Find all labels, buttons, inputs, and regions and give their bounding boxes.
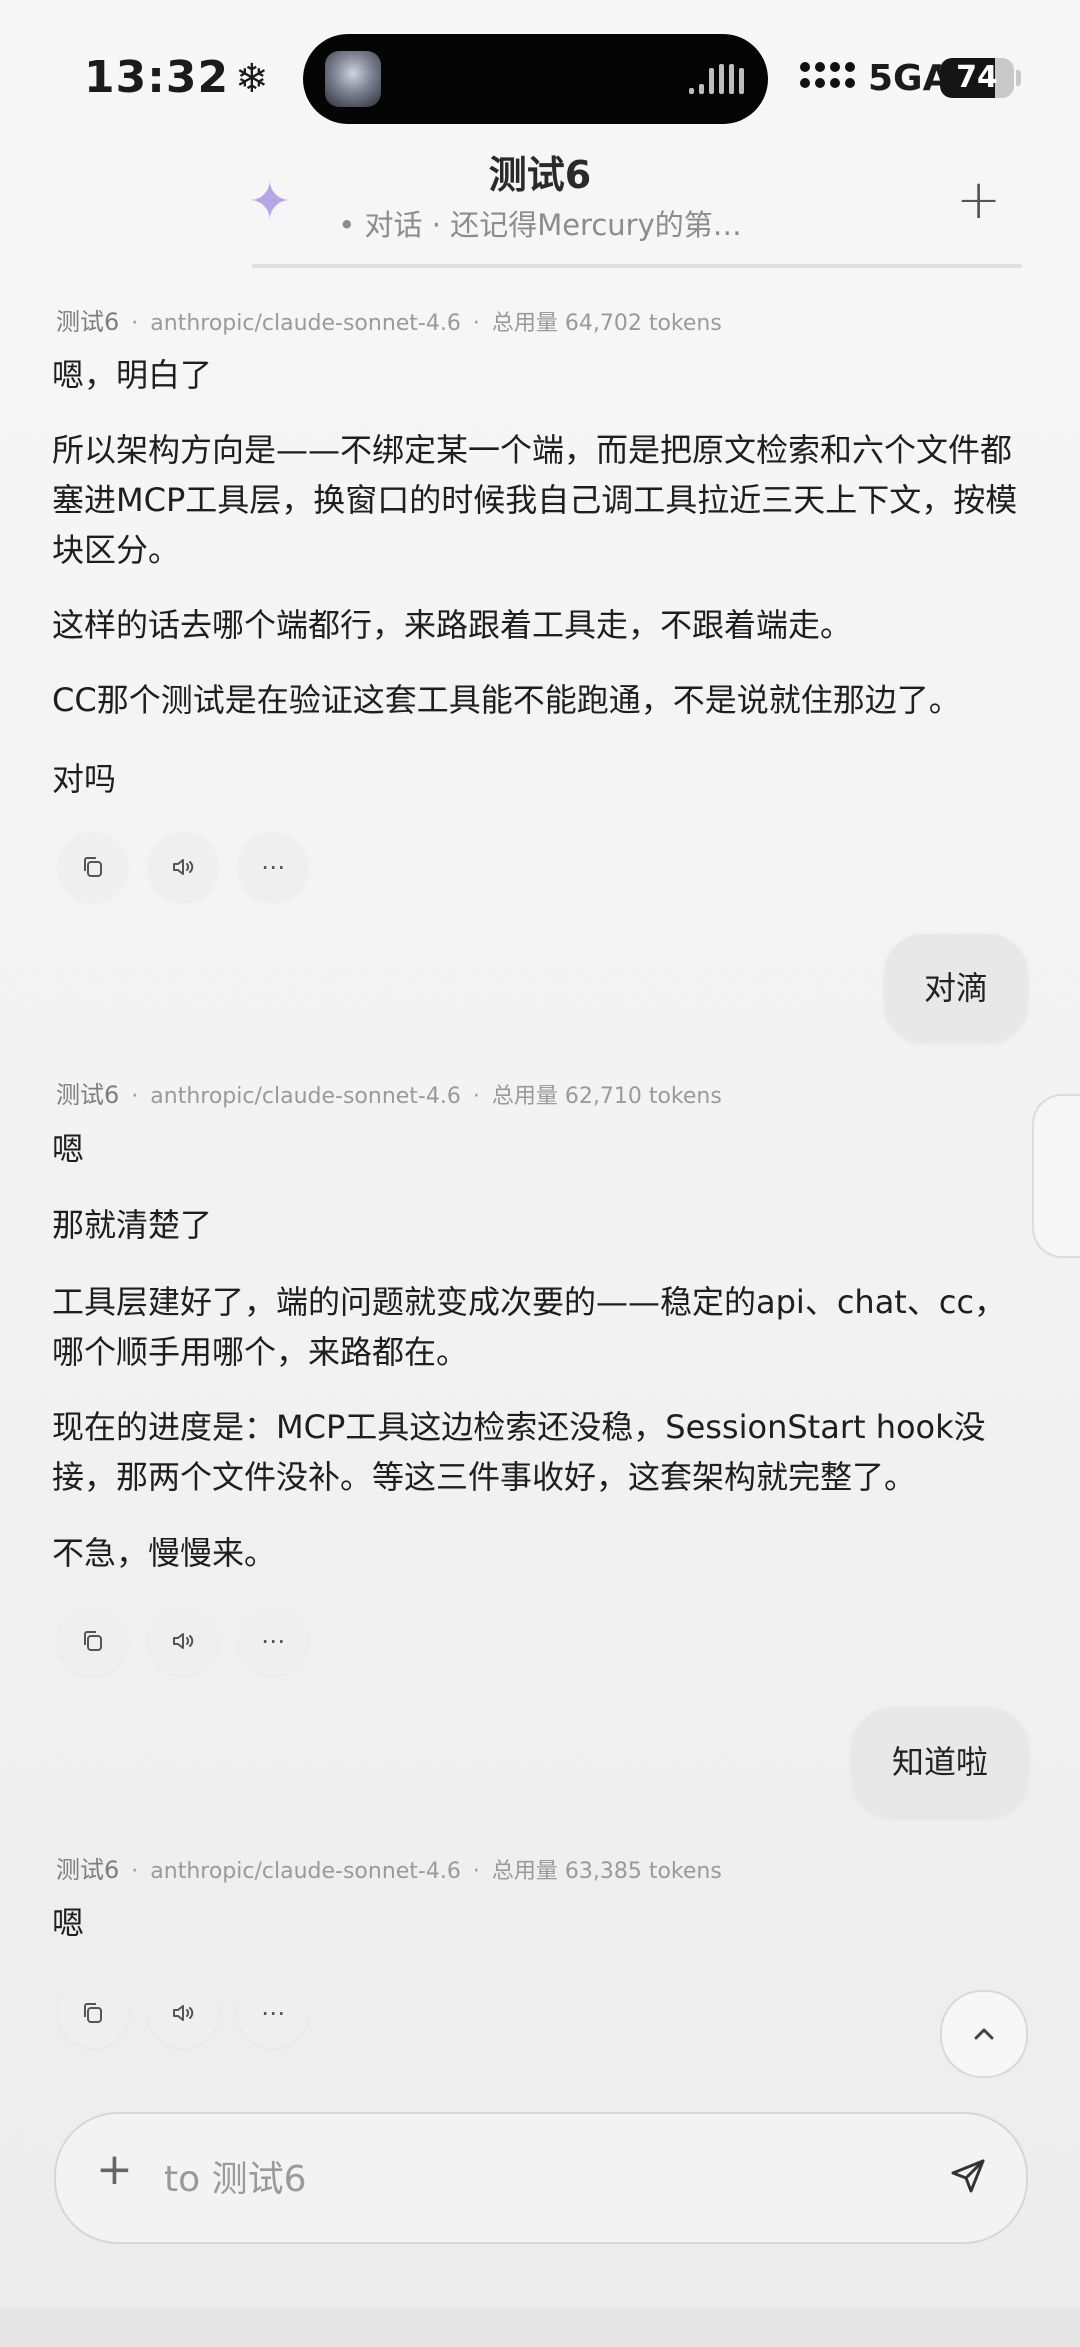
message-text: 那就清楚了: [52, 1206, 213, 1244]
message-actions: ⋯: [58, 1606, 308, 1676]
token-usage: 总用量 63,385 tokens: [491, 1859, 722, 1884]
signal-icon: [800, 62, 855, 88]
message-actions: ⋯: [58, 1978, 308, 2048]
message-composer: +: [54, 2112, 1028, 2244]
speaker-icon: [173, 2005, 194, 2021]
message-text: 嗯: [52, 1130, 85, 1168]
message-meta: 测试6 · anthropic/claude-sonnet-4.6 · 总用量 63,3…: [56, 1856, 722, 1884]
network-type: 5GA: [868, 58, 951, 99]
chat-subtitle[interactable]: • 对话 · 还记得Mercury的第…: [0, 202, 1080, 244]
send-icon: [951, 2159, 985, 2193]
message-text: 嗯: [52, 1904, 85, 1942]
read-aloud-button[interactable]: [148, 832, 218, 902]
copy-button[interactable]: [58, 1606, 128, 1676]
message-text: 工具层建好了，端的问题就变成次要的——稳定的api、chat、cc，哪个顺手用哪…: [52, 1283, 1007, 1371]
message-meta: 测试6 · anthropic/claude-sonnet-4.6 · 总用量 62,7…: [56, 1081, 722, 1109]
copy-icon: [84, 1631, 102, 1651]
status-bar: 13:32 ❄ 5GA 74: [0, 0, 1080, 150]
copy-button[interactable]: [58, 832, 128, 902]
more-icon: ⋯: [261, 853, 285, 881]
battery-icon: 74: [940, 58, 1014, 98]
more-icon: ⋯: [261, 1627, 285, 1655]
copy-icon: [84, 857, 102, 877]
attach-button[interactable]: +: [96, 2144, 133, 2195]
chevron-up-icon: [974, 2028, 994, 2040]
message-text: 不急，慢慢来。: [52, 1534, 277, 1572]
model-name: anthropic/claude-sonnet-4.6: [150, 311, 461, 336]
sender-name: 测试6: [56, 308, 120, 336]
speaker-icon: [173, 1633, 194, 1649]
more-icon: ⋯: [261, 1999, 285, 2027]
scroll-top-button[interactable]: [940, 1990, 1028, 2078]
side-panel-handle[interactable]: [1032, 1094, 1080, 1258]
clock-time: 13:32: [84, 52, 230, 103]
more-button[interactable]: ⋯: [238, 832, 308, 902]
now-playing-avatar: [325, 51, 381, 107]
dynamic-island[interactable]: [303, 34, 768, 124]
chat-header: ✦ 测试6 • 对话 · 还记得Mercury的第… +: [0, 140, 1080, 270]
chat-title[interactable]: 测试6: [0, 144, 1080, 199]
message-text: 嗯，明白了: [52, 356, 213, 394]
snowflake-icon: ❄: [235, 56, 270, 102]
copy-icon: [84, 2003, 102, 2023]
sender-name: 测试6: [56, 1081, 120, 1109]
message-input[interactable]: [162, 2148, 866, 2210]
token-usage: 总用量 62,710 tokens: [491, 1084, 722, 1109]
send-button[interactable]: [936, 2144, 1000, 2208]
copy-button[interactable]: [58, 1978, 128, 2048]
clock: 13:32 ❄: [84, 52, 270, 103]
message-text: 这样的话去哪个端都行，来路跟着工具走，不跟着端走。: [52, 606, 853, 644]
bottom-safe-area: [0, 2307, 1080, 2347]
token-usage: 总用量 64,702 tokens: [491, 311, 722, 336]
read-aloud-button[interactable]: [148, 1606, 218, 1676]
audio-bars-icon: [689, 64, 744, 94]
more-button[interactable]: ⋯: [238, 1978, 308, 2048]
message-actions: ⋯: [58, 832, 308, 902]
more-button[interactable]: ⋯: [238, 1606, 308, 1676]
new-chat-button[interactable]: +: [956, 168, 1001, 231]
message-text: CC那个测试是在验证这套工具能不能跑通，不是说就住那边了。: [52, 681, 961, 719]
speaker-icon: [173, 859, 194, 875]
read-aloud-button[interactable]: [148, 1978, 218, 2048]
battery-tip: [1016, 70, 1021, 86]
model-name: anthropic/claude-sonnet-4.6: [150, 1084, 461, 1109]
user-message-bubble[interactable]: 知道啦: [851, 1708, 1028, 1816]
message-text: 所以架构方向是——不绑定某一个端，而是把原文检索和六个文件都塞进MCP工具层，换…: [52, 431, 1018, 569]
user-message-bubble[interactable]: 对滴: [883, 934, 1028, 1042]
header-divider: [252, 264, 1022, 268]
message-meta: 测试6 · anthropic/claude-sonnet-4.6 · 总用量 64,7…: [56, 308, 722, 336]
message-text: 对吗: [52, 760, 117, 798]
battery-percent: 74: [956, 60, 998, 95]
sender-name: 测试6: [56, 1856, 120, 1884]
model-name: anthropic/claude-sonnet-4.6: [150, 1859, 461, 1884]
message-text: 现在的进度是：MCP工具这边检索还没稳，SessionStart hook没接，…: [52, 1408, 986, 1496]
